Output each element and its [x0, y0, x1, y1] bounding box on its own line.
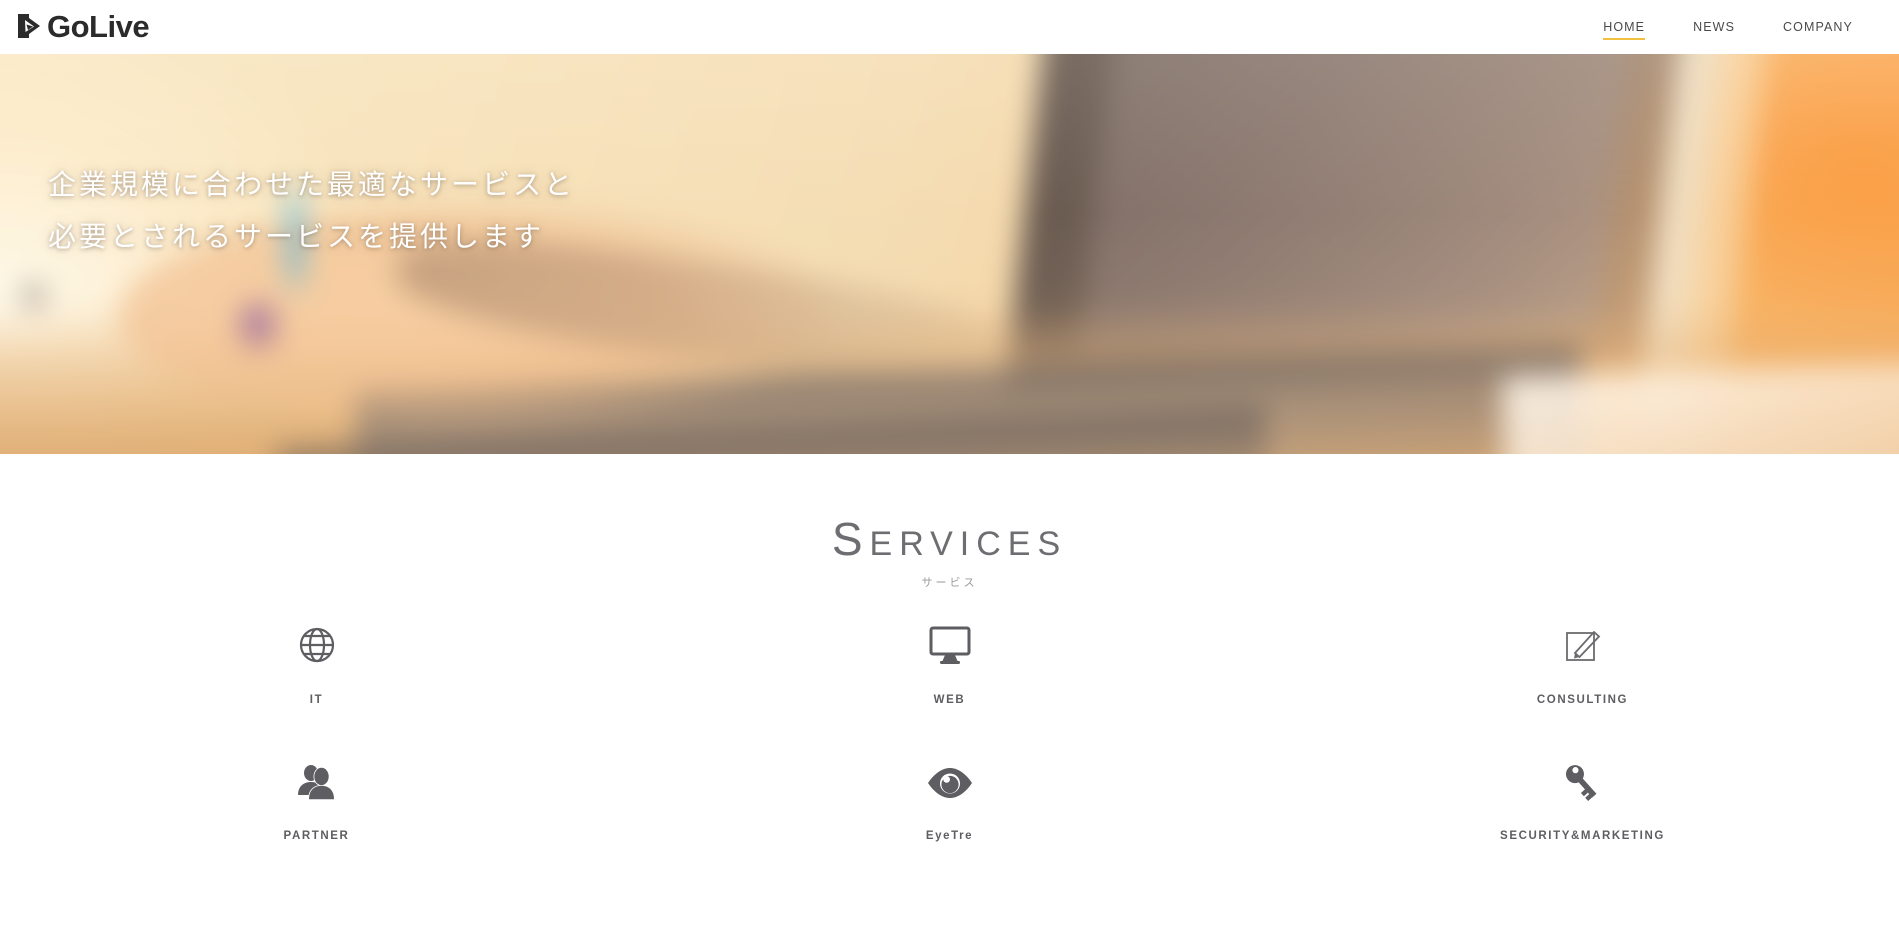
site-header: GoLive HOME NEWS COMPANY: [0, 0, 1899, 54]
services-subtitle: サービス: [921, 577, 978, 589]
services-section: SERVICES サービス IT WEB CONSULTING PARTNER …: [0, 454, 1899, 951]
services-grid: IT WEB CONSULTING PARTNER EyeTre SECURIT…: [0, 614, 1899, 842]
services-heading: SERVICES サービス: [0, 516, 1899, 590]
service-label: CONSULTING: [1536, 694, 1629, 706]
service-label: WEB: [933, 694, 966, 706]
nav-item-home[interactable]: HOME: [1579, 0, 1669, 54]
service-label: EyeTre: [925, 830, 974, 842]
users-icon: [293, 754, 341, 812]
services-title-initial: S: [831, 513, 870, 565]
service-label: PARTNER: [283, 830, 350, 842]
main-navigation: HOME NEWS COMPANY: [1579, 0, 1877, 54]
service-label: SECURITY&MARKETING: [1500, 830, 1665, 842]
nav-item-news[interactable]: NEWS: [1669, 0, 1759, 54]
eye-icon: [926, 754, 974, 812]
service-item-security-marketing[interactable]: SECURITY&MARKETING: [1266, 754, 1899, 842]
golive-arrow-mark-icon: [16, 11, 46, 41]
hero-headline-line-2: 必要とされるサービスを提供します: [48, 221, 545, 252]
service-item-eyetre[interactable]: EyeTre: [633, 754, 1266, 842]
hero-copy: 企業規模に合わせた最適なサービスと 必要とされるサービスを提供します: [48, 159, 575, 263]
hero-headline-line-1: 企業規模に合わせた最適なサービスと: [48, 169, 576, 200]
globe-icon: [295, 614, 339, 676]
service-item-web[interactable]: WEB: [633, 614, 1266, 706]
hero-banner: 企業規模に合わせた最適なサービスと 必要とされるサービスを提供します: [0, 54, 1899, 454]
services-row: IT WEB CONSULTING: [0, 614, 1899, 706]
service-label: IT: [309, 694, 324, 706]
services-title: SERVICES: [832, 516, 1067, 562]
site-logo[interactable]: GoLive: [16, 6, 150, 46]
services-title-rest: ERVICES: [869, 525, 1068, 563]
service-item-consulting[interactable]: CONSULTING: [1266, 614, 1899, 706]
logo-text: GoLive: [47, 8, 150, 44]
monitor-icon: [927, 614, 973, 676]
nav-item-company[interactable]: COMPANY: [1759, 0, 1877, 54]
key-icon: [1560, 754, 1606, 812]
pencil-square-icon: [1561, 614, 1605, 676]
service-item-it[interactable]: IT: [0, 614, 633, 706]
services-row: PARTNER EyeTre SECURITY&MARKETING: [0, 754, 1899, 842]
service-item-partner[interactable]: PARTNER: [0, 754, 633, 842]
